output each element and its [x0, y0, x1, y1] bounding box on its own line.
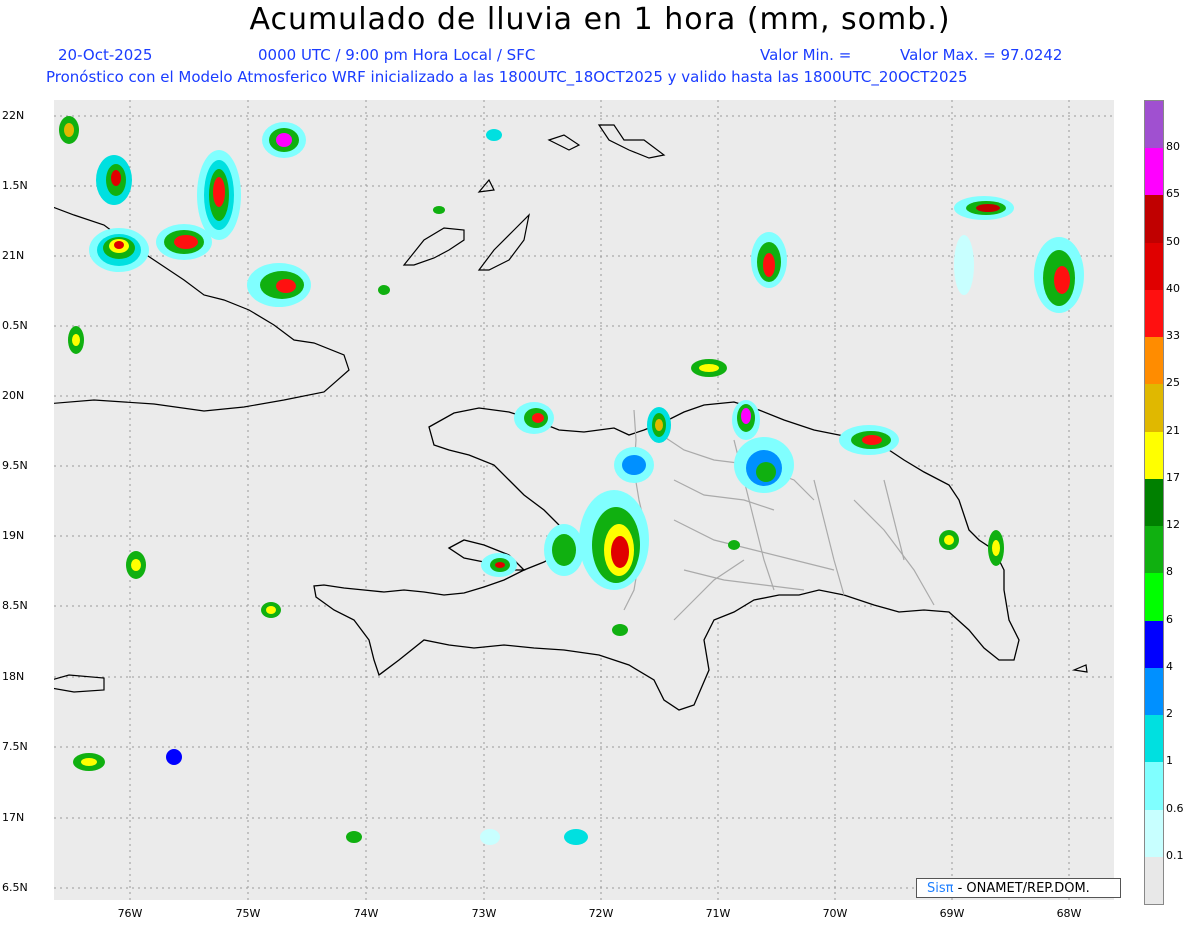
legend-swatch [1145, 242, 1163, 291]
value-min: Valor Min. = [760, 46, 852, 64]
credit-logo: Sisπ [927, 881, 954, 896]
forecast-date: 20-Oct-2025 [58, 46, 153, 64]
model-info: Pronóstico con el Modelo Atmosferico WRF… [46, 68, 968, 86]
legend-label: 33 [1166, 329, 1180, 343]
lon-label-70W: 70W [822, 907, 848, 920]
lon-label-71W: 71W [705, 907, 731, 920]
lon-label-69W: 69W [939, 907, 965, 920]
map-panel [33, 100, 1114, 900]
legend-label: 65 [1166, 187, 1180, 201]
legend-swatch [1145, 195, 1163, 244]
legend-label: 50 [1166, 234, 1180, 248]
legend-label: 1 [1166, 754, 1173, 768]
color-legend [1144, 100, 1164, 905]
legend-label: 0.1 [1166, 848, 1184, 862]
legend-label: 21 [1166, 423, 1180, 437]
legend-swatch [1145, 478, 1163, 527]
legend-swatch [1145, 526, 1163, 574]
legend-label: 80 [1166, 140, 1180, 154]
lon-label-73W: 73W [471, 907, 497, 920]
lat-label-20.5N: 0.5N [2, 319, 28, 332]
legend-label: 25 [1166, 376, 1180, 390]
legend-swatch [1145, 384, 1163, 433]
lat-label-18N: 18N [2, 670, 25, 683]
lat-label-20N: 20N [2, 389, 25, 402]
credit-box: Sisπ - ONAMET/REP.DOM. [916, 878, 1121, 898]
legend-swatch [1145, 620, 1163, 669]
legend-label: 4 [1166, 659, 1173, 673]
lat-label-19N: 19N [2, 529, 25, 542]
legend-label: 2 [1166, 707, 1173, 721]
lat-label-21.5N: 1.5N [2, 179, 28, 192]
forecast-time: 0000 UTC / 9:00 pm Hora Local / SFC [258, 46, 536, 64]
lon-label-75W: 75W [235, 907, 261, 920]
lon-label-68W: 68W [1056, 907, 1082, 920]
lon-label-74W: 74W [353, 907, 379, 920]
legend-swatch [1145, 573, 1163, 622]
legend-swatch [1145, 101, 1163, 149]
legend-label: 8 [1166, 565, 1173, 579]
legend-label: 6 [1166, 612, 1173, 626]
legend-swatch [1145, 809, 1163, 858]
lat-label-19.5N: 9.5N [2, 459, 28, 472]
legend-label: 0.6 [1166, 801, 1184, 815]
map-title: Acumulado de lluvia en 1 hora (mm, somb.… [249, 2, 951, 37]
legend-swatch [1145, 148, 1163, 196]
value-max: Valor Max. = 97.0242 [900, 46, 1063, 64]
map-svg [33, 100, 1114, 900]
lat-label-17.5N: 7.5N [2, 740, 28, 753]
credit-text: - ONAMET/REP.DOM. [957, 881, 1090, 896]
legend-label: 17 [1166, 470, 1180, 484]
legend-label: 40 [1166, 281, 1180, 295]
legend-swatch [1145, 289, 1163, 338]
lon-label-72W: 72W [588, 907, 614, 920]
lat-label-17N: 17N [2, 811, 25, 824]
lat-label-21N: 21N [2, 249, 25, 262]
legend-swatch [1145, 715, 1163, 763]
legend-swatch [1145, 762, 1163, 811]
lat-label-18.5N: 8.5N [2, 599, 28, 612]
legend-swatch [1145, 667, 1163, 716]
lon-label-76W: 76W [117, 907, 143, 920]
legend-swatch [1145, 431, 1163, 480]
legend-swatch [1145, 337, 1163, 385]
hispaniola-outline [313, 401, 1020, 711]
lat-label-22N: 22N [2, 109, 25, 122]
legend-label: 12 [1166, 518, 1180, 532]
lat-label-16.5N: 6.5N [2, 881, 28, 894]
legend-swatch [1145, 856, 1163, 905]
